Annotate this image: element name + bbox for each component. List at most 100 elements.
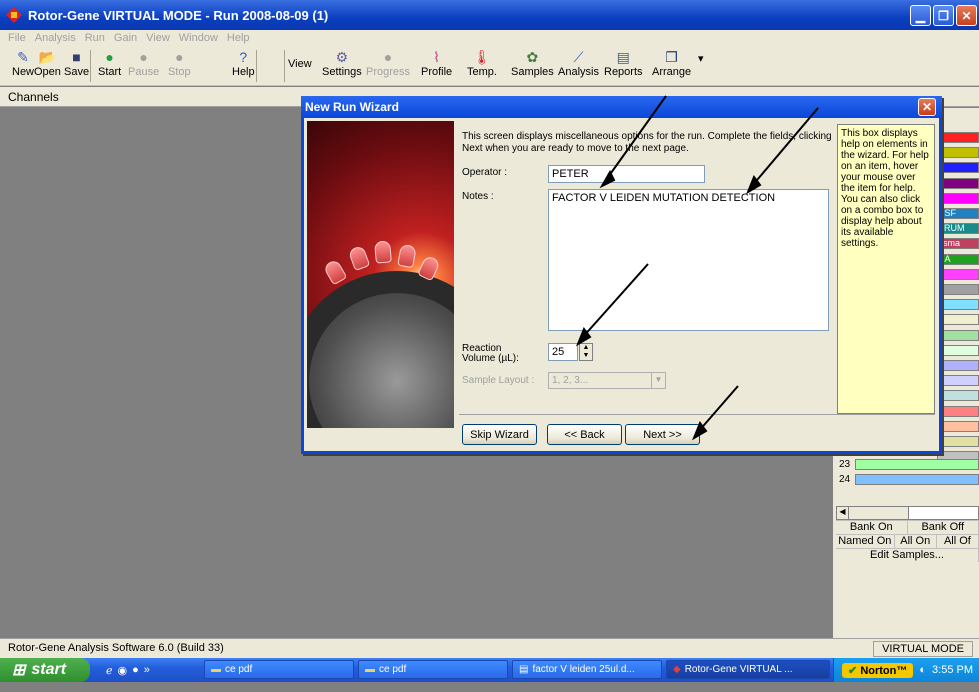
sample-colour-swatch[interactable] xyxy=(937,421,979,432)
reaction-label-line2: Volume (µL): xyxy=(462,353,519,364)
pause-button[interactable]: ●Pause xyxy=(128,48,159,78)
notes-field[interactable]: FACTOR V LEIDEN MUTATION DETECTION xyxy=(548,189,829,331)
start-button-taskbar[interactable]: ⊞start xyxy=(0,658,90,682)
window-title: Rotor-Gene VIRTUAL MODE - Run 2008-08-09… xyxy=(28,8,328,23)
toolbar-separator xyxy=(256,50,257,82)
samples-button[interactable]: ✿Samples xyxy=(511,48,554,78)
analysis-button[interactable]: ⟋Analysis xyxy=(558,48,599,78)
stepper-down-icon[interactable]: ▼ xyxy=(583,352,590,360)
dialog-close-button[interactable]: ✕ xyxy=(918,98,936,116)
sample-colour-swatch[interactable] xyxy=(937,284,979,295)
sample-partial-label[interactable]: asma xyxy=(937,238,979,249)
sample-colour-swatch[interactable] xyxy=(937,345,979,356)
toolbar-separator xyxy=(90,50,91,82)
sample-colour-swatch[interactable] xyxy=(937,132,979,143)
view-label: View xyxy=(288,58,312,70)
all-off-button[interactable]: All Of xyxy=(937,535,979,548)
maximize-button[interactable]: ❐ xyxy=(933,5,954,26)
arrange-button[interactable]: ❐Arrange xyxy=(652,48,691,78)
menu-analysis[interactable]: Analysis xyxy=(35,32,76,44)
ie-icon[interactable]: ℯ xyxy=(106,664,113,677)
save-button[interactable]: ■Save xyxy=(64,48,89,78)
folder-icon: ▬ xyxy=(365,664,375,675)
bank-off-button[interactable]: Bank Off xyxy=(908,521,979,534)
reports-button[interactable]: ▤Reports xyxy=(604,48,643,78)
temp-button[interactable]: 🌡Temp. xyxy=(467,48,497,78)
sample-row[interactable]: 24 xyxy=(839,473,979,486)
new-button[interactable]: ✎New xyxy=(12,48,34,78)
close-window-button[interactable]: ✕ xyxy=(956,5,977,26)
pause-icon: ● xyxy=(135,48,153,66)
operator-field[interactable]: PETER xyxy=(548,165,705,183)
all-on-button[interactable]: All On xyxy=(895,535,937,548)
minimize-button[interactable]: ▁ xyxy=(910,5,931,26)
network-icon[interactable]: ◐ xyxy=(919,664,926,676)
edit-row: Edit Samples... xyxy=(836,548,979,562)
task-ce-pdf-2[interactable]: ▬ce pdf xyxy=(358,660,508,679)
progress-button[interactable]: ●Progress xyxy=(366,48,410,78)
main-toolbar: ✎New 📂Open ■Save ●Start ●Pause ●Stop ?He… xyxy=(0,46,979,86)
panel-scrollbar[interactable]: ◀ xyxy=(836,506,979,520)
sample-colour-swatch[interactable] xyxy=(937,314,979,325)
task-ce-pdf-1[interactable]: ▬ce pdf xyxy=(204,660,354,679)
settings-button[interactable]: ⚙Settings xyxy=(322,48,362,78)
sample-colour-swatch[interactable] xyxy=(937,406,979,417)
sample-partial-label[interactable]: NA xyxy=(937,254,979,265)
menu-gain[interactable]: Gain xyxy=(114,32,137,44)
stepper-up-icon[interactable]: ▲ xyxy=(583,344,590,352)
sample-colour-swatch[interactable] xyxy=(937,330,979,341)
sample-row[interactable]: 23 xyxy=(839,458,979,471)
menu-view[interactable]: View xyxy=(146,32,170,44)
sample-colour-swatch[interactable] xyxy=(937,375,979,386)
toolbar-overflow-button[interactable]: ▾ xyxy=(698,52,704,65)
media-icon[interactable]: ● xyxy=(132,664,139,677)
sample-colour-swatch[interactable] xyxy=(937,193,979,204)
quick-launch-more-icon[interactable]: » xyxy=(144,664,150,677)
sample-colour-swatch[interactable] xyxy=(937,360,979,371)
help-button[interactable]: ?Help xyxy=(232,48,255,78)
sample-colour-swatch[interactable] xyxy=(937,299,979,310)
open-button[interactable]: 📂Open xyxy=(34,48,61,78)
sample-partial-label[interactable]: ERUM xyxy=(937,223,979,234)
sample-colour-swatch[interactable] xyxy=(937,147,979,158)
scroll-left-arrow-icon[interactable]: ◀ xyxy=(837,507,849,519)
sample-colour-swatch[interactable] xyxy=(937,436,979,447)
sample-partial-label[interactable]: CSF xyxy=(937,208,979,219)
menu-file[interactable]: File xyxy=(8,32,26,44)
open-folder-icon: 📂 xyxy=(38,48,56,66)
new-file-icon: ✎ xyxy=(14,48,32,66)
sample-colour-swatch[interactable] xyxy=(937,162,979,173)
named-on-button[interactable]: Named On xyxy=(836,535,895,548)
close-icon: ✕ xyxy=(922,100,932,114)
task-rotor-gene[interactable]: ◆Rotor-Gene VIRTUAL ... xyxy=(666,660,830,679)
norton-tray-button[interactable]: ✔ Norton™ xyxy=(842,663,913,678)
start-button[interactable]: ●Start xyxy=(98,48,121,78)
chevron-down-icon[interactable]: ▼ xyxy=(651,373,665,388)
menu-run[interactable]: Run xyxy=(85,32,105,44)
skip-wizard-button[interactable]: Skip Wizard xyxy=(462,424,537,445)
sample-colour-swatch[interactable] xyxy=(937,269,979,280)
task-word-document[interactable]: ▤factor V leiden 25ul.d... xyxy=(512,660,662,679)
sample-colour-swatch[interactable] xyxy=(937,390,979,401)
sample-layout-select[interactable]: 1, 2, 3... ▼ xyxy=(548,372,666,389)
reaction-volume-stepper[interactable]: ▲ ▼ xyxy=(579,343,593,361)
scroll-thumb[interactable] xyxy=(849,507,909,519)
firefox-icon[interactable]: ◉ xyxy=(118,664,128,677)
status-text: Rotor-Gene Analysis Software 6.0 (Build … xyxy=(8,642,224,654)
bank-row: Bank On Bank Off xyxy=(836,520,979,534)
menu-window[interactable]: Window xyxy=(179,32,218,44)
next-button[interactable]: Next >> xyxy=(625,424,700,445)
profile-chart-icon: ⌇ xyxy=(428,48,446,66)
reaction-volume-field[interactable]: 25 xyxy=(548,343,578,361)
menu-help[interactable]: Help xyxy=(227,32,250,44)
word-document-icon: ▤ xyxy=(519,664,528,675)
windows-flag-icon: ⊞ xyxy=(12,660,25,680)
new-run-wizard-dialog: New Run Wizard ✕ This screen displays mi… xyxy=(301,96,942,454)
bank-on-button[interactable]: Bank On xyxy=(836,521,908,534)
notes-label: Notes : xyxy=(462,191,494,202)
edit-samples-button[interactable]: Edit Samples... xyxy=(836,549,979,562)
stop-button[interactable]: ●Stop xyxy=(168,48,191,78)
sample-colour-swatch[interactable] xyxy=(937,178,979,189)
back-button[interactable]: << Back xyxy=(547,424,622,445)
profile-button[interactable]: ⌇Profile xyxy=(421,48,452,78)
